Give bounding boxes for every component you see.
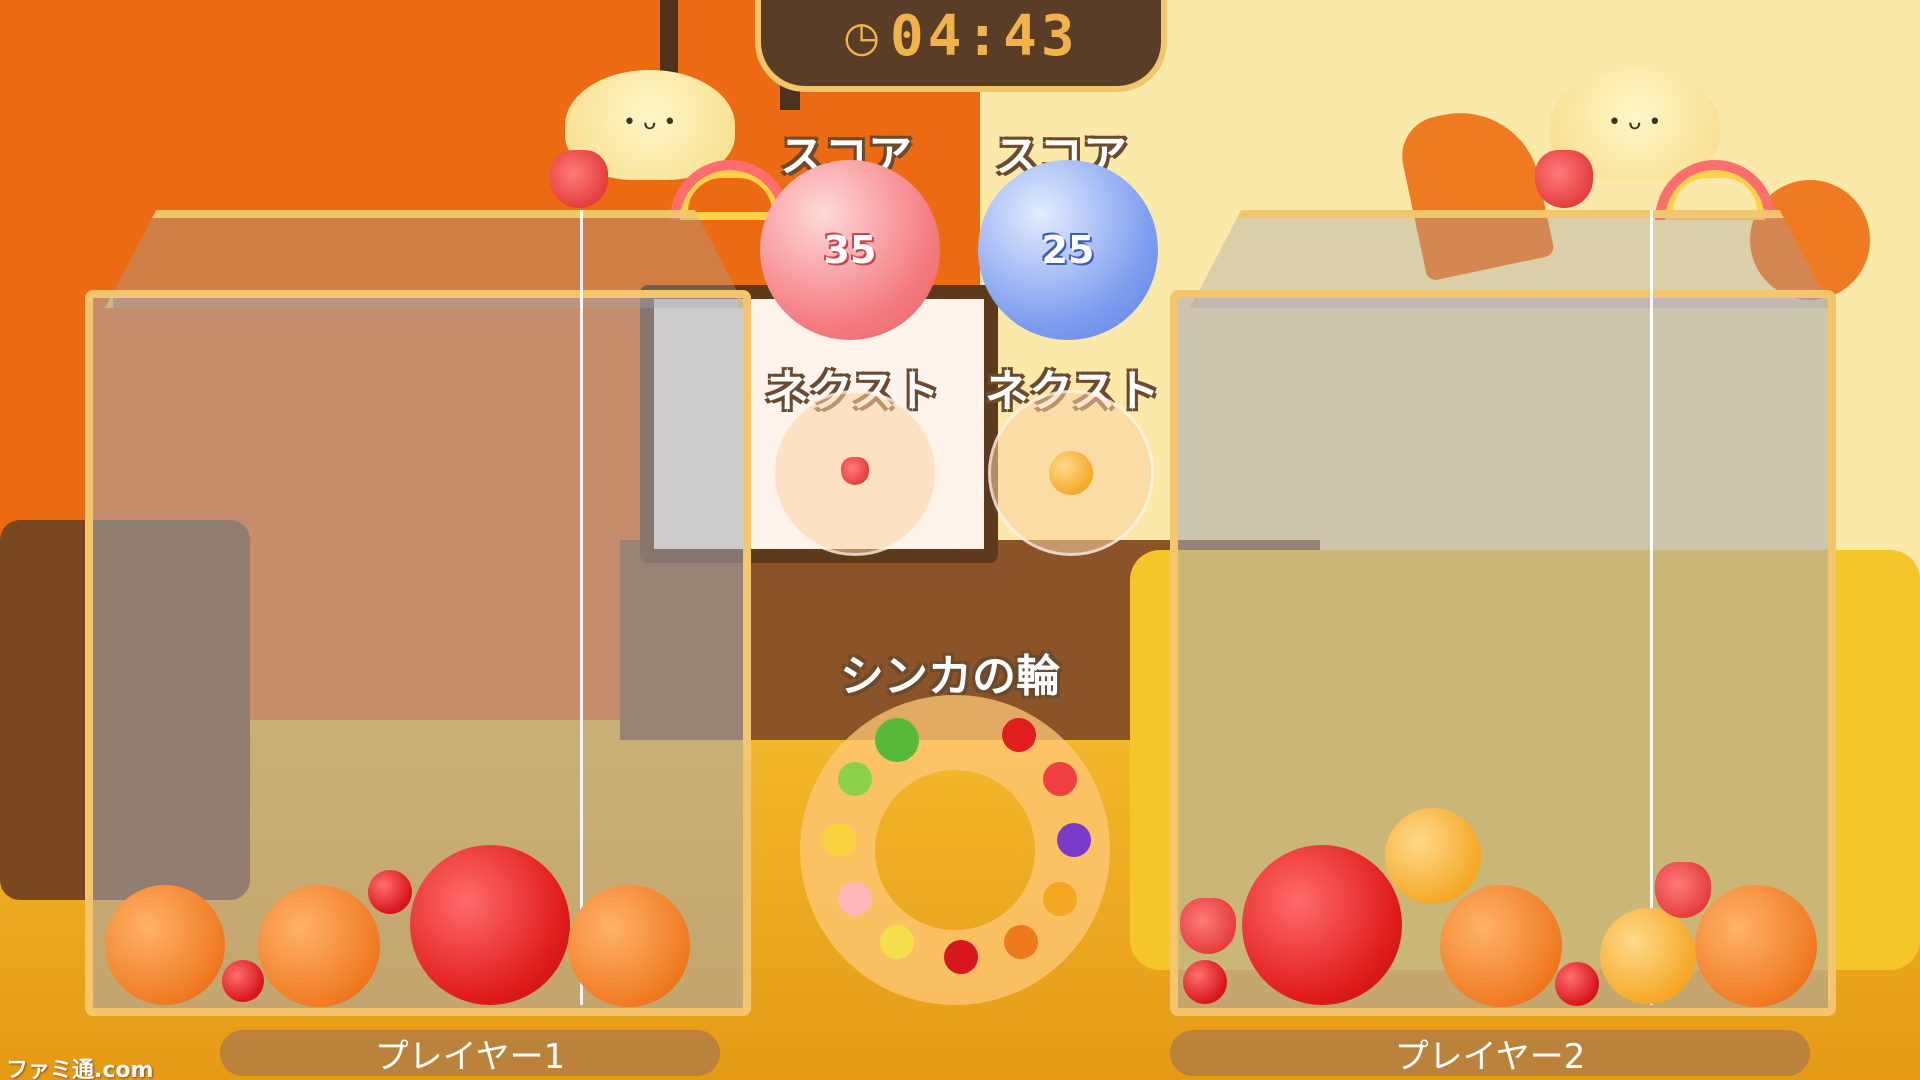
cherry-fruit <box>1183 960 1227 1004</box>
pear-icon <box>880 925 914 959</box>
player1-score: 35 <box>760 160 940 340</box>
orange-fruit <box>258 885 380 1007</box>
apple-icon <box>944 940 978 974</box>
orange-fruit <box>568 885 690 1007</box>
clock-icon: ◷ <box>843 11 881 61</box>
player2-name-bar: プレイヤー2 <box>1170 1030 1810 1077</box>
grape-icon <box>1057 823 1091 857</box>
watermark-logo: ファミ通.com <box>6 1058 154 1080</box>
game-scene: • ᴗ • • ᴗ • プレイヤー1 プレイヤー2 ◷ 04:43 スコア スコ… <box>0 0 1920 1080</box>
player2-name: プレイヤー2 <box>1394 1036 1586 1077</box>
drop-guide-line <box>1650 210 1653 1005</box>
cherry-fruit <box>1555 962 1599 1006</box>
peach-icon <box>838 882 872 916</box>
held-strawberry-p1 <box>550 150 608 208</box>
apple-fruit <box>1242 845 1402 1005</box>
next-dekopon-icon <box>1049 451 1093 495</box>
cherry-icon <box>1002 718 1036 752</box>
strawberry-fruit <box>1655 862 1711 918</box>
dekopon-icon <box>1043 882 1077 916</box>
match-timer: ◷ 04:43 <box>755 0 1167 92</box>
player1-name: プレイヤー1 <box>374 1036 566 1077</box>
orange-fruit <box>1440 885 1562 1007</box>
mascot-face: • ᴗ • <box>623 110 677 135</box>
mascot-face: • ᴗ • <box>1608 110 1662 135</box>
drop-guide-line <box>580 210 583 1005</box>
pineapple-icon <box>822 823 856 857</box>
held-strawberry-p2 <box>1535 150 1593 208</box>
timer-text: 04:43 <box>890 3 1079 69</box>
watermelon-icon <box>875 718 919 762</box>
orange-fruit <box>105 885 225 1005</box>
dekopon-fruit <box>1385 808 1481 904</box>
player1-next-bubble <box>772 390 938 556</box>
persimmon-icon <box>1004 925 1038 959</box>
next-strawberry-icon <box>841 457 869 485</box>
player2-next-bubble <box>988 390 1154 556</box>
strawberry-icon <box>1043 762 1077 796</box>
player1-name-bar: プレイヤー1 <box>220 1030 720 1077</box>
cherry-fruit <box>222 960 264 1002</box>
apple-fruit <box>410 845 570 1005</box>
strawberry-fruit <box>1180 898 1236 954</box>
player2-score: 25 <box>978 160 1158 340</box>
cherry-fruit <box>368 870 412 914</box>
orange-fruit <box>1695 885 1817 1007</box>
melon-icon <box>838 762 872 796</box>
dekopon-fruit <box>1600 908 1696 1004</box>
